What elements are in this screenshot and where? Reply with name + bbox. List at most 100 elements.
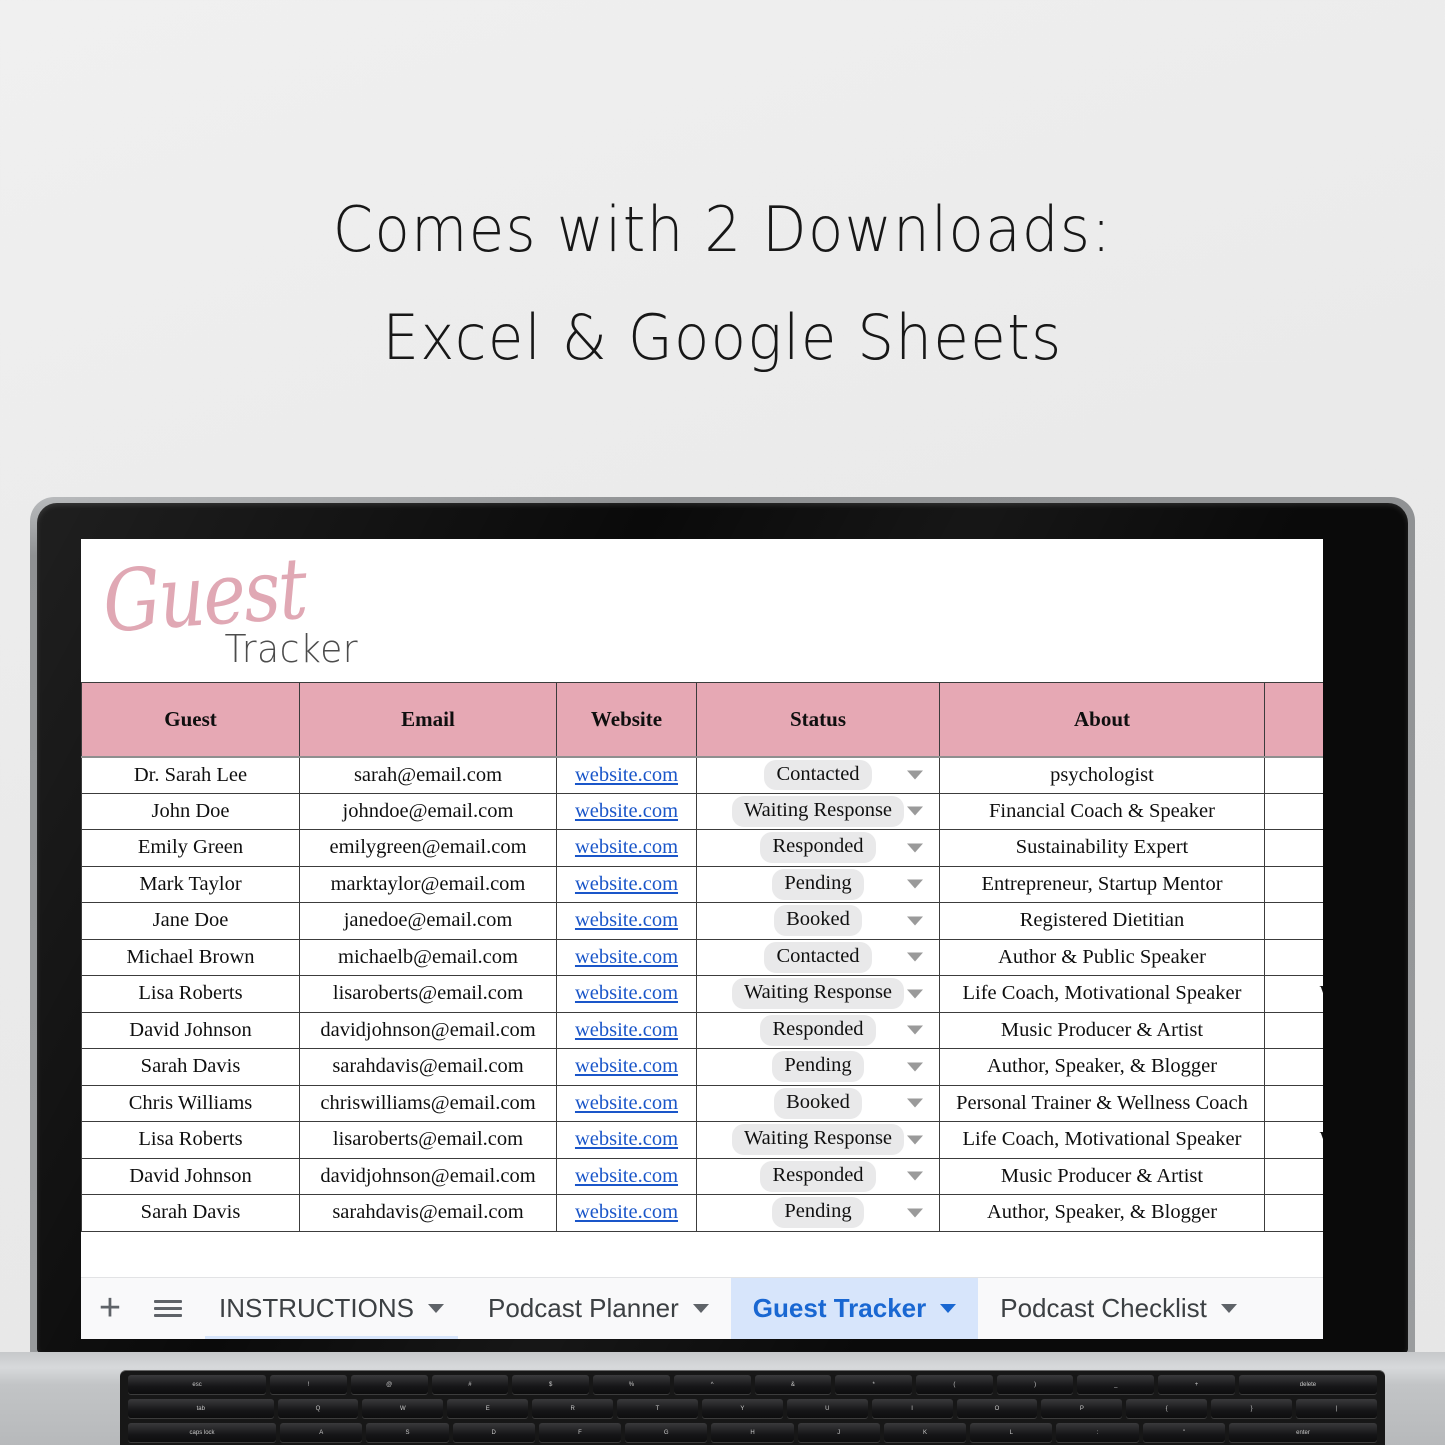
cell-website[interactable]: website.com xyxy=(556,1194,697,1232)
cell-website[interactable]: website.com xyxy=(556,1084,697,1122)
cell-about[interactable]: Financial Coach & Speaker xyxy=(939,792,1265,830)
website-link[interactable]: website.com xyxy=(575,873,678,895)
website-link[interactable]: website.com xyxy=(575,909,678,931)
cell-guest[interactable]: Lisa Roberts xyxy=(81,975,300,1013)
cell-about[interactable]: Entrepreneur, Startup Mentor xyxy=(939,865,1265,903)
cell-email[interactable]: janedoe@email.com xyxy=(299,902,557,940)
website-link[interactable]: website.com xyxy=(575,982,678,1004)
cell-status[interactable]: Pending xyxy=(696,1194,940,1232)
cell-website[interactable]: website.com xyxy=(556,938,697,976)
cell-email[interactable]: sarahdavis@email.com xyxy=(299,1194,557,1232)
sheet-tab-podcast-checklist[interactable]: Podcast Checklist xyxy=(978,1278,1259,1340)
chevron-down-icon[interactable] xyxy=(907,916,923,926)
cell-extra[interactable] xyxy=(1264,1084,1323,1122)
chevron-down-icon[interactable] xyxy=(907,1098,923,1108)
chevron-down-icon[interactable] xyxy=(907,989,923,999)
sheet-tab-instructions[interactable]: INSTRUCTIONS xyxy=(197,1278,466,1339)
cell-status[interactable]: Booked xyxy=(696,902,940,940)
cell-extra[interactable]: T xyxy=(1264,902,1323,940)
column-header-about[interactable]: About xyxy=(939,682,1265,758)
chevron-down-icon[interactable] xyxy=(907,952,923,962)
cell-guest[interactable]: Sarah Davis xyxy=(81,1194,300,1232)
cell-guest[interactable]: John Doe xyxy=(81,792,300,830)
sheet-tab-podcast-planner[interactable]: Podcast Planner xyxy=(466,1278,731,1340)
cell-about[interactable]: Personal Trainer & Wellness Coach xyxy=(939,1084,1265,1122)
chevron-down-icon[interactable] xyxy=(907,1062,923,1072)
cell-extra[interactable] xyxy=(1264,1157,1323,1195)
cell-status[interactable]: Responded xyxy=(696,1011,940,1049)
cell-about[interactable]: Author, Speaker, & Blogger xyxy=(939,1048,1265,1086)
cell-email[interactable]: marktaylor@email.com xyxy=(299,865,557,903)
website-link[interactable]: website.com xyxy=(575,1201,678,1223)
chevron-down-icon[interactable] xyxy=(940,1304,957,1313)
cell-status[interactable]: Pending xyxy=(696,865,940,903)
cell-email[interactable]: michaelb@email.com xyxy=(299,938,557,976)
chevron-down-icon[interactable] xyxy=(692,1304,709,1313)
cell-status[interactable]: Contacted xyxy=(696,756,940,794)
website-link[interactable]: website.com xyxy=(575,1055,678,1077)
cell-website[interactable]: website.com xyxy=(556,902,697,940)
cell-guest[interactable]: David Johnson xyxy=(81,1011,300,1049)
cell-website[interactable]: website.com xyxy=(556,975,697,1013)
cell-guest[interactable]: Emily Green xyxy=(81,829,300,867)
cell-extra[interactable]: W xyxy=(1264,865,1323,903)
cell-about[interactable]: Registered Dietitian xyxy=(939,902,1265,940)
website-link[interactable]: website.com xyxy=(575,1128,678,1150)
cell-extra[interactable]: We xyxy=(1264,1121,1323,1159)
cell-website[interactable]: website.com xyxy=(556,756,697,794)
website-link[interactable]: website.com xyxy=(575,946,678,968)
cell-guest[interactable]: Mark Taylor xyxy=(81,865,300,903)
cell-guest[interactable]: David Johnson xyxy=(81,1157,300,1195)
cell-website[interactable]: website.com xyxy=(556,1157,697,1195)
cell-about[interactable]: Life Coach, Motivational Speaker xyxy=(939,1121,1265,1159)
cell-about[interactable]: psychologist xyxy=(939,756,1265,794)
chevron-down-icon[interactable] xyxy=(907,1208,923,1218)
website-link[interactable]: website.com xyxy=(575,836,678,858)
cell-email[interactable]: davidjohnson@email.com xyxy=(299,1011,557,1049)
cell-status[interactable]: Pending xyxy=(696,1048,940,1086)
cell-about[interactable]: Music Producer & Artist xyxy=(939,1157,1265,1195)
cell-email[interactable]: chriswilliams@email.com xyxy=(299,1084,557,1122)
cell-website[interactable]: website.com xyxy=(556,1121,697,1159)
cell-guest[interactable]: Dr. Sarah Lee xyxy=(81,756,300,794)
cell-status[interactable]: Waiting Response xyxy=(696,1121,940,1159)
chevron-down-icon[interactable] xyxy=(907,1171,923,1181)
cell-extra[interactable]: T xyxy=(1264,792,1323,830)
column-header-website[interactable]: Website xyxy=(556,682,697,758)
chevron-down-icon[interactable] xyxy=(428,1304,444,1313)
cell-website[interactable]: website.com xyxy=(556,1011,697,1049)
cell-about[interactable]: Author, Speaker, & Blogger xyxy=(939,1194,1265,1232)
cell-website[interactable]: website.com xyxy=(556,829,697,867)
website-link[interactable]: website.com xyxy=(575,1019,678,1041)
cell-extra[interactable]: T xyxy=(1264,938,1323,976)
chevron-down-icon[interactable] xyxy=(907,806,923,816)
cell-extra[interactable]: We xyxy=(1264,975,1323,1013)
cell-status[interactable]: Contacted xyxy=(696,938,940,976)
cell-website[interactable]: website.com xyxy=(556,792,697,830)
cell-email[interactable]: lisaroberts@email.com xyxy=(299,1121,557,1159)
chevron-down-icon[interactable] xyxy=(907,879,923,889)
cell-email[interactable]: johndoe@email.com xyxy=(299,792,557,830)
chevron-down-icon[interactable] xyxy=(907,1025,923,1035)
cell-status[interactable]: Responded xyxy=(696,1157,940,1195)
cell-email[interactable]: sarah@email.com xyxy=(299,756,557,794)
website-link[interactable]: website.com xyxy=(575,764,678,786)
cell-website[interactable]: website.com xyxy=(556,865,697,903)
cell-extra[interactable] xyxy=(1264,829,1323,867)
cell-extra[interactable] xyxy=(1264,1048,1323,1086)
cell-email[interactable]: lisaroberts@email.com xyxy=(299,975,557,1013)
sheet-tab-guest-tracker[interactable]: Guest Tracker xyxy=(730,1277,979,1339)
cell-about[interactable]: Life Coach, Motivational Speaker xyxy=(939,975,1265,1013)
cell-guest[interactable]: Jane Doe xyxy=(81,902,300,940)
cell-email[interactable]: sarahdavis@email.com xyxy=(299,1048,557,1086)
cell-guest[interactable]: Chris Williams xyxy=(81,1084,300,1122)
cell-guest[interactable]: Michael Brown xyxy=(81,938,300,976)
cell-about[interactable]: Sustainability Expert xyxy=(939,829,1265,867)
column-header-extra[interactable] xyxy=(1264,682,1323,758)
all-sheets-button[interactable] xyxy=(139,1278,197,1340)
cell-status[interactable]: Booked xyxy=(696,1084,940,1122)
cell-about[interactable]: Author & Public Speaker xyxy=(939,938,1265,976)
cell-guest[interactable]: Sarah Davis xyxy=(81,1048,300,1086)
cell-status[interactable]: Responded xyxy=(696,829,940,867)
chevron-down-icon[interactable] xyxy=(907,843,923,853)
